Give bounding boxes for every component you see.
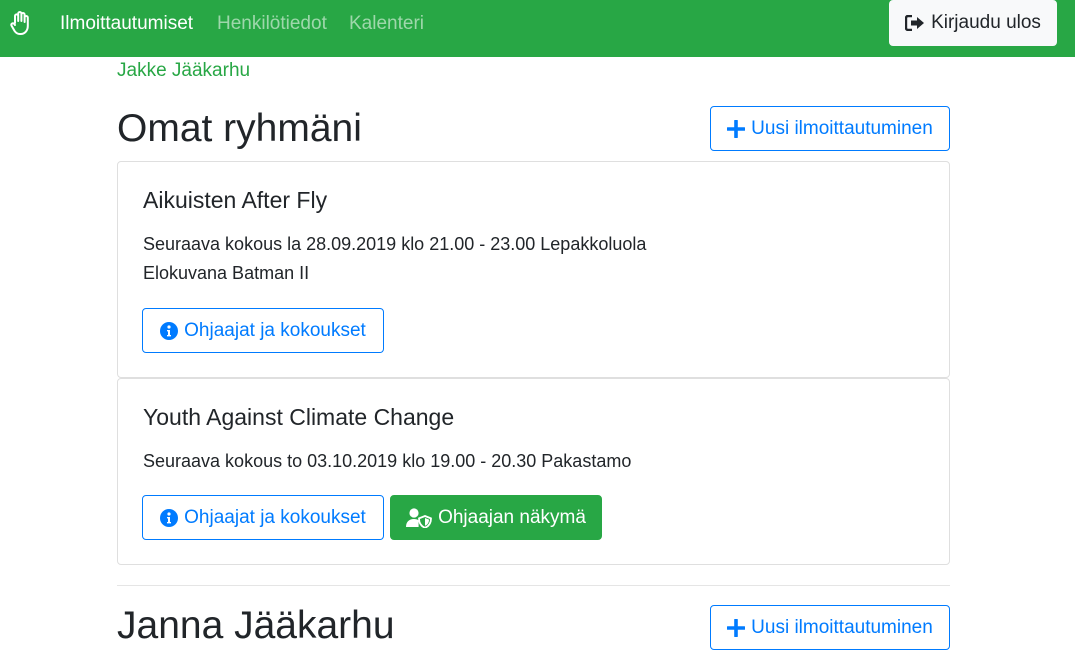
leaders-and-meetings-button[interactable]: Ohjaajat ja kokoukset [142,308,384,353]
person-name: Jakke Jääkarhu [117,60,251,81]
plus-icon [727,119,746,138]
nav-link-henkilotiedot[interactable]: Henkilötiedot [217,12,327,36]
info-icon [160,321,179,340]
logout-button[interactable]: Kirjaudu ulos [889,0,1057,46]
logout-label: Kirjaudu ulos [931,12,1041,33]
group-card: Aikuisten After Fly Seuraava kokous la 2… [117,161,950,378]
leader-view-button[interactable]: Ohjaajan näkymä [390,495,602,540]
meeting-note: Elokuvana Batman II [143,263,310,283]
group-title: Aikuisten After Fly [143,187,328,213]
info-icon [160,508,179,527]
hand-icon[interactable] [9,10,33,36]
new-registration-button[interactable]: Uusi ilmoittautuminen [710,605,950,650]
new-registration-label: Uusi ilmoittautuminen [751,616,933,638]
user-shield-icon [406,507,432,528]
person-heading: Janna Jääkarhu [117,604,395,647]
section-divider [117,585,950,586]
leaders-and-meetings-label: Ohjaajat ja kokoukset [184,506,366,528]
new-registration-label: Uusi ilmoittautuminen [751,117,933,139]
group-title: Youth Against Climate Change [143,404,455,430]
page-title: Omat ryhmäni [117,107,362,150]
next-meeting-text: Seuraava kokous la 28.09.2019 klo 21.00 … [143,234,647,254]
new-registration-button[interactable]: Uusi ilmoittautuminen [710,106,950,151]
nav-link-ilmoittautumiset[interactable]: Ilmoittautumiset [60,12,193,36]
group-card: Youth Against Climate Change Seuraava ko… [117,378,950,565]
leader-view-label: Ohjaajan näkymä [438,506,586,528]
leaders-and-meetings-label: Ohjaajat ja kokoukset [184,319,366,341]
nav-link-kalenteri[interactable]: Kalenteri [349,12,424,36]
plus-icon [727,618,746,637]
sign-out-icon [905,15,925,31]
top-navbar: Ilmoittautumiset Henkilötiedot Kalenteri… [0,0,1075,57]
leaders-and-meetings-button[interactable]: Ohjaajat ja kokoukset [142,495,384,540]
next-meeting-text: Seuraava kokous to 03.10.2019 klo 19.00 … [143,451,632,471]
